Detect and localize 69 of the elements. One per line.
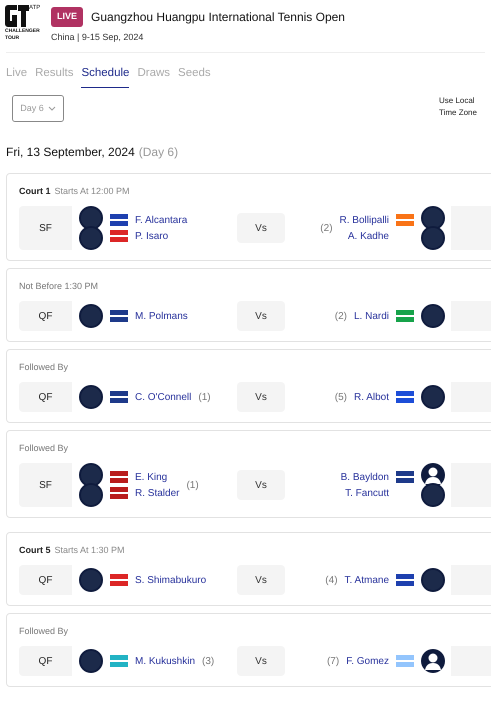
court-name: Court 1 <box>19 185 50 198</box>
player-name-link[interactable]: T. Fancutt <box>345 486 389 500</box>
logo-icon <box>5 5 29 27</box>
versus-label: Vs <box>237 382 285 412</box>
player-name-link[interactable]: R. Stalder <box>135 486 180 500</box>
seed-number: (1) <box>186 478 199 492</box>
avatar-photo-placeholder <box>79 568 103 592</box>
player-name-link[interactable]: E. King <box>135 470 168 484</box>
day-number: (Day 6) <box>138 144 178 161</box>
avatar-photo-placeholder <box>79 463 103 487</box>
match-timing: Followed By <box>19 361 68 374</box>
match-timing: Not Before 1:30 PM <box>19 280 98 294</box>
live-badge: LIVE <box>51 7 84 26</box>
avatar-photo-placeholder <box>79 206 103 230</box>
player-name-link[interactable]: P. Isaro <box>135 228 168 244</box>
avatar-photo-placeholder <box>421 385 445 409</box>
event-subtitle: China | 9-15 Sep, 2024 <box>51 30 144 44</box>
seed-number: (1) <box>198 390 211 404</box>
court-name: Court 5 <box>19 544 50 558</box>
avatar-photo-placeholder <box>421 226 445 250</box>
seed-number: (3) <box>202 654 214 668</box>
round-label: QF <box>19 565 72 595</box>
player-name-link[interactable]: T. Atmane <box>344 572 389 588</box>
player-name-link[interactable]: M. Polmans <box>135 308 188 324</box>
avatar-photo-placeholder <box>421 206 445 230</box>
avatar-photo-placeholder <box>421 304 445 328</box>
start-time: Starts At 12:00 PM <box>54 185 130 198</box>
avatar-silhouette-icon <box>421 463 445 487</box>
avatar-photo-placeholder <box>79 649 103 673</box>
seed-number: (5) <box>334 390 347 404</box>
player-name-link[interactable]: F. Gomez <box>346 654 389 668</box>
avatar-photo-placeholder <box>421 568 445 592</box>
schedule-date: Fri, 13 September, 2024 <box>6 144 135 161</box>
player-name-link[interactable]: R. Bollipalli <box>340 212 389 228</box>
round-label: SF <box>19 463 72 507</box>
chevron-down-icon <box>48 106 56 111</box>
versus-label: Vs <box>237 565 285 595</box>
player-name-link[interactable]: S. Shimabukuro <box>135 572 206 588</box>
round-label: QF <box>19 646 72 676</box>
timezone-toggle[interactable]: Use Local Time Zone <box>439 95 485 119</box>
avatar-photo-placeholder <box>79 483 103 507</box>
avatar-silhouette-icon <box>421 649 445 673</box>
round-label: QF <box>19 301 72 331</box>
player-name-link[interactable]: L. Nardi <box>354 308 389 324</box>
avatar-photo-placeholder <box>79 304 103 328</box>
avatar-photo-placeholder <box>79 385 103 409</box>
avatar-photo-placeholder <box>79 226 103 250</box>
event-title: Guangzhou Huangpu International Tennis Open <box>91 8 345 26</box>
player-name-link[interactable]: F. Alcantara <box>135 212 188 228</box>
versus-label: Vs <box>237 470 285 500</box>
tab[interactable]: Schedule <box>81 64 130 88</box>
versus-label: Vs <box>237 213 285 243</box>
player-name-link[interactable]: R. Albot <box>354 390 389 404</box>
match-timing: Followed By <box>19 442 68 456</box>
match-timing: Followed By <box>19 625 68 638</box>
seed-number: (2) <box>320 222 333 236</box>
round-label: SF <box>19 206 72 250</box>
versus-label: Vs <box>237 646 285 676</box>
player-name-link[interactable]: M. Kukushkin <box>135 654 196 668</box>
versus-label: Vs <box>237 301 285 331</box>
seed-number: (4) <box>325 574 338 588</box>
player-name-link[interactable]: B. Bayldon <box>340 470 389 484</box>
player-name-link[interactable]: C. O'Connell <box>135 390 192 404</box>
round-label: QF <box>19 382 72 412</box>
player-name-link[interactable]: A. Kadhe <box>348 228 389 244</box>
avatar-photo-placeholder <box>421 483 445 507</box>
seed-number: (7) <box>326 654 340 668</box>
seed-number: (2) <box>334 310 347 324</box>
start-time: Starts At 1:30 PM <box>54 544 125 558</box>
